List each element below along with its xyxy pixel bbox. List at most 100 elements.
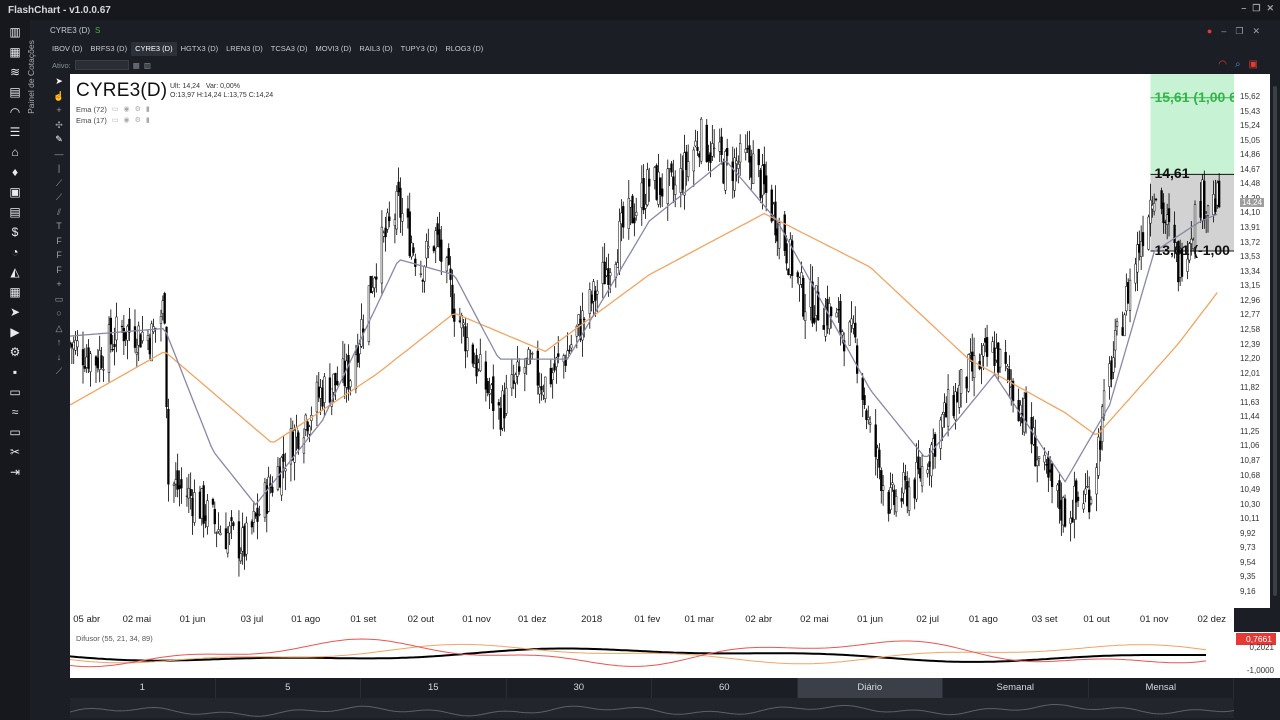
- ema-legend: Ema (72) ▭ ◉ ⚙ ▮ Ema (17) ▭ ◉ ⚙ ▮: [76, 104, 150, 126]
- exit-icon[interactable]: ⇥: [6, 463, 24, 481]
- arrow-up-icon[interactable]: ↑: [57, 335, 62, 350]
- desktop-icon[interactable]: ▭: [6, 423, 24, 441]
- tools-icon[interactable]: ✂: [6, 443, 24, 461]
- gauge-icon[interactable]: ◠: [6, 103, 24, 121]
- candle: [946, 374, 950, 437]
- settings-icon[interactable]: ⚙: [6, 343, 24, 361]
- period-button-5[interactable]: Diário: [797, 678, 943, 698]
- gear-icon[interactable]: ⚙: [135, 115, 141, 126]
- candle: [128, 307, 131, 342]
- save-icon[interactable]: ▪: [6, 363, 24, 381]
- asset-options-icon[interactable]: ▥: [144, 61, 151, 70]
- tab-rlog3[interactable]: RLOG3 (D): [441, 42, 487, 56]
- fib-fan-icon[interactable]: F: [56, 248, 62, 263]
- news-icon[interactable]: ▤: [6, 203, 24, 221]
- candle: [523, 358, 526, 392]
- asset-search-icon[interactable]: ▦: [133, 61, 140, 70]
- tab-cyre3[interactable]: CYRE3 (D): [131, 42, 177, 56]
- price-chart[interactable]: [70, 74, 1234, 608]
- ema-slow-legend[interactable]: Ema (72) ▭ ◉ ⚙ ▮: [76, 104, 150, 115]
- dollar-icon[interactable]: $: [6, 223, 24, 241]
- pencil-icon[interactable]: ✎: [55, 132, 63, 147]
- triangle-icon[interactable]: △: [56, 321, 63, 336]
- vline-icon[interactable]: |: [58, 161, 60, 176]
- basket-icon[interactable]: ⌂: [6, 143, 24, 161]
- period-button-0[interactable]: 1: [70, 678, 216, 698]
- tab-brfs3[interactable]: BRFS3 (D): [86, 42, 131, 56]
- cursor-icon[interactable]: ➤: [55, 74, 63, 89]
- rectangle-icon[interactable]: ▭: [55, 292, 64, 307]
- period-button-4[interactable]: 60: [652, 678, 798, 698]
- book-icon[interactable]: ▤: [6, 83, 24, 101]
- maximize-button[interactable]: ❐: [1252, 3, 1260, 14]
- ema-fast-legend[interactable]: Ema (17) ▭ ◉ ⚙ ▮: [76, 115, 150, 126]
- move-icon[interactable]: ✣: [55, 118, 63, 133]
- layers-icon[interactable]: ≋: [6, 63, 24, 81]
- vertical-scrollbar[interactable]: [1270, 74, 1280, 608]
- tab-tupy3[interactable]: TUPY3 (D): [397, 42, 442, 56]
- trendline-icon[interactable]: ⟋: [56, 176, 62, 191]
- pointer-icon[interactable]: ☝: [53, 89, 64, 104]
- tab-rail3[interactable]: RAIL3 (D): [355, 42, 396, 56]
- ray-icon[interactable]: ⟋: [56, 190, 62, 205]
- alert-icon[interactable]: ◠: [1218, 59, 1227, 70]
- measure-icon[interactable]: +: [56, 277, 61, 292]
- fibonacci-icon[interactable]: F: [56, 234, 62, 249]
- chart-icon[interactable]: ▥: [6, 23, 24, 41]
- print-icon[interactable]: ▭: [6, 383, 24, 401]
- eraser-icon[interactable]: ⟋: [56, 364, 62, 379]
- toggle-icon[interactable]: ▭: [112, 115, 119, 126]
- arrow-down-icon[interactable]: ↓: [57, 350, 62, 365]
- circle-icon[interactable]: ○: [56, 306, 61, 321]
- tab-hgtx3[interactable]: HGTX3 (D): [177, 42, 223, 56]
- gear-icon[interactable]: ⚙: [135, 104, 141, 115]
- price-axis[interactable]: 15,6215,4315,2415,0514,8614,6714,4814,29…: [1234, 74, 1270, 608]
- lock-icon[interactable]: ▣: [1249, 59, 1258, 70]
- chart-maximize-button[interactable]: ❐: [1235, 26, 1243, 37]
- zoom-icon[interactable]: ⌕: [1235, 59, 1241, 70]
- minimize-button[interactable]: –: [1241, 3, 1246, 14]
- candle: [239, 547, 242, 564]
- wifi-icon[interactable]: ≈: [6, 403, 24, 421]
- moneybag-icon[interactable]: ♦: [6, 163, 24, 181]
- period-button-7[interactable]: Mensal: [1089, 678, 1234, 698]
- close-button[interactable]: ✕: [1266, 3, 1274, 14]
- period-button-2[interactable]: 15: [361, 678, 507, 698]
- megaphone-icon[interactable]: ◭: [6, 263, 24, 281]
- eye-icon[interactable]: ◉: [123, 104, 129, 115]
- calculator-icon[interactable]: ▦: [6, 283, 24, 301]
- trash-icon[interactable]: ▮: [146, 104, 150, 115]
- toggle-icon[interactable]: ▭: [112, 104, 119, 115]
- hline-icon[interactable]: —: [55, 147, 64, 162]
- candle: [180, 467, 183, 504]
- tab-movi3[interactable]: MOVI3 (D): [311, 42, 355, 56]
- quotes-panel-toggle[interactable]: Painel de Cotações: [26, 20, 46, 140]
- tab-tcsa3[interactable]: TCSA3 (D): [267, 42, 312, 56]
- period-button-3[interactable]: 30: [507, 678, 652, 698]
- eye-icon[interactable]: ◉: [123, 115, 129, 126]
- channel-icon[interactable]: ⫽: [57, 205, 61, 220]
- fib-time-icon[interactable]: F: [56, 263, 62, 278]
- scroll-thumb[interactable]: [1273, 86, 1277, 596]
- chart-close-button[interactable]: ✕: [1252, 26, 1260, 37]
- send-icon[interactable]: ➤: [6, 303, 24, 321]
- asset-input[interactable]: [74, 60, 129, 70]
- period-button-1[interactable]: 5: [216, 678, 361, 698]
- price-tick-label: 14,10: [1240, 208, 1261, 218]
- tab-lren3[interactable]: LREN3 (D): [222, 42, 267, 56]
- indicator-panel[interactable]: [70, 632, 1234, 678]
- list-icon[interactable]: ☰: [6, 123, 24, 141]
- tab-ibov[interactable]: IBOV (D): [48, 42, 86, 56]
- trash-icon[interactable]: ▮: [146, 115, 150, 126]
- candle: [1123, 312, 1126, 337]
- log-icon[interactable]: ▣: [6, 183, 24, 201]
- date-axis[interactable]: 05 abr 02 mai 01 jun 03 jul 01 ago 01 set 02 o…: [70, 608, 1234, 632]
- chart-minimize-button[interactable]: –: [1221, 26, 1226, 37]
- navigator-bar[interactable]: [69, 698, 1235, 718]
- text-icon[interactable]: T: [56, 219, 62, 234]
- period-button-6[interactable]: Semanal: [943, 678, 1089, 698]
- video-icon[interactable]: ▶: [6, 323, 24, 341]
- grid-icon[interactable]: ▦: [6, 43, 24, 61]
- crosshair-icon[interactable]: +: [56, 103, 61, 118]
- pie-chart-icon[interactable]: ◔: [6, 243, 24, 261]
